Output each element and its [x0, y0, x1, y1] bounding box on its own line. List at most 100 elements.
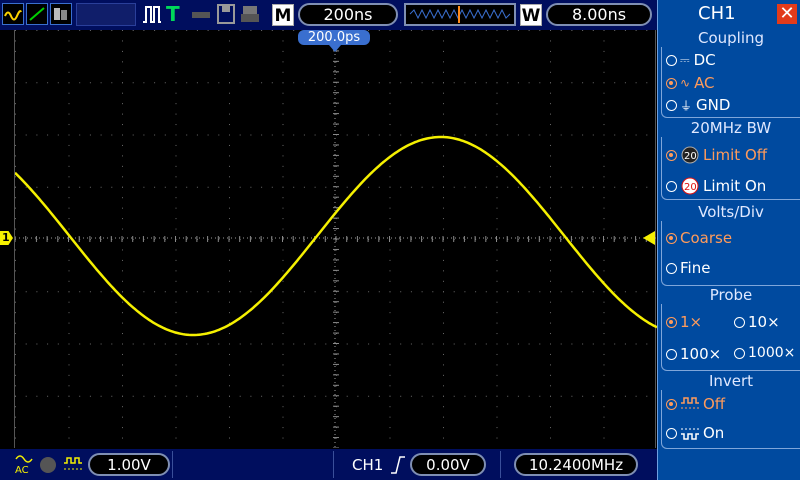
graticule-dot — [389, 113, 391, 115]
graticule-dot — [218, 82, 220, 84]
graticule-dot — [303, 395, 305, 397]
graticule-dot — [592, 186, 594, 188]
graticule-dot — [550, 364, 551, 366]
graticule-dot — [175, 134, 177, 136]
volts-fine-option[interactable]: Fine — [666, 259, 710, 277]
graticule-dot — [293, 343, 295, 345]
graticule-dot — [410, 82, 412, 84]
graticule-dot — [389, 291, 391, 293]
graticule-dot — [175, 207, 177, 209]
timebase-display[interactable]: 200ns — [298, 3, 398, 26]
waveform-screen[interactable]: 200.0ps — [14, 30, 657, 448]
graticule-dot — [47, 291, 49, 293]
graticule-dot — [592, 82, 594, 84]
graticule-dot — [282, 176, 284, 178]
graticule-dot — [89, 30, 91, 31]
save-icon[interactable] — [216, 3, 238, 26]
coupling-option-ac[interactable]: ∿ AC — [666, 74, 715, 92]
graticule-dot — [443, 322, 444, 324]
graticule-dot — [314, 82, 316, 84]
graticule-dot — [186, 343, 188, 345]
graticule-dot — [560, 30, 562, 31]
probe-10x-option[interactable]: 10× — [734, 313, 780, 331]
graticule-dot — [196, 291, 198, 293]
graticule-dot — [239, 291, 241, 293]
graticule-dot — [68, 165, 70, 167]
graticule-dot — [175, 103, 177, 105]
graticule-dot — [79, 291, 81, 293]
window-box-letter[interactable]: W — [520, 4, 542, 26]
graticule-dot — [175, 124, 177, 126]
probe-1x-option[interactable]: 1× — [666, 313, 702, 331]
bw-limit-off-option[interactable]: 20 Limit Off — [666, 145, 767, 165]
bw-limit-on-option[interactable]: 20 Limit On — [666, 176, 766, 196]
graticule-dot — [122, 144, 123, 146]
graticule-dot — [68, 249, 70, 251]
trigger-level-marker-icon[interactable] — [643, 231, 655, 245]
graticule-dot — [229, 395, 230, 397]
graticule-dot — [389, 197, 391, 199]
graticule-dot — [453, 30, 455, 31]
graticule-dot — [624, 186, 626, 188]
graticule-dot — [592, 30, 594, 31]
graticule-dot — [261, 30, 263, 31]
coupling-option-dc[interactable]: ⎓ DC — [666, 51, 716, 69]
graticule-dot — [539, 30, 541, 31]
invert-off-option[interactable]: Off — [666, 395, 725, 413]
menu-box-letter[interactable]: M — [272, 4, 294, 26]
graticule-dot — [68, 322, 70, 324]
print-icon[interactable] — [240, 3, 262, 26]
graticule-dot — [421, 186, 423, 188]
graticule-dot — [603, 103, 605, 105]
graticule-dot — [550, 228, 551, 230]
graticule-dot — [229, 270, 230, 272]
graticule-dot — [175, 270, 177, 272]
memory-depth-bar[interactable] — [404, 3, 516, 26]
graticule-dot — [496, 40, 498, 42]
graticule-dot — [122, 165, 123, 167]
graticule-dot — [603, 228, 605, 230]
graticule-dot — [357, 343, 359, 345]
top-status-bar: T M 200ns W 8.00ns — [0, 0, 657, 30]
graticule-dot — [475, 82, 477, 84]
graticule-dot — [603, 437, 605, 439]
graticule-dot — [282, 71, 284, 73]
volts-coarse-option[interactable]: Coarse — [666, 229, 732, 247]
graticule-dot — [175, 343, 177, 345]
probe-1000x-option[interactable]: 1000× — [734, 345, 795, 361]
graticule-dot — [603, 374, 605, 376]
ch1-volts-div-display[interactable]: 1.00V — [88, 453, 170, 476]
graticule-dot — [432, 82, 434, 84]
vector-display-icon[interactable] — [26, 3, 48, 25]
graticule-dot — [229, 113, 230, 115]
graticule-dot — [122, 197, 123, 199]
graticule-dot — [346, 82, 348, 84]
graticule-dot — [229, 124, 230, 126]
divider — [172, 451, 173, 478]
graticule-dot — [496, 124, 498, 126]
close-icon[interactable]: ✕ — [777, 4, 797, 24]
probe-100x-option[interactable]: 100× — [666, 345, 721, 363]
graticule-dot — [154, 134, 156, 136]
graticule-dot — [389, 353, 391, 355]
graticule-dot — [89, 82, 91, 84]
trigger-level-display[interactable]: 0.00V — [410, 453, 486, 476]
ac-coupling-icon: AC — [14, 453, 34, 477]
graticule-dot — [282, 280, 284, 282]
option-label: 1000× — [748, 345, 796, 361]
trigger-position-marker[interactable]: 200.0ps — [298, 30, 370, 45]
graticule-dot — [250, 343, 252, 345]
graticule-dot — [47, 186, 49, 188]
invert-on-option[interactable]: On — [666, 424, 724, 442]
graticule-dot — [15, 134, 16, 136]
graticule-dot — [68, 134, 70, 136]
graticule-dot — [603, 406, 605, 408]
graticule-dot — [47, 134, 49, 136]
graticule-dot — [15, 61, 16, 63]
ch1-ground-marker[interactable]: 1 — [0, 231, 13, 245]
waveform-display-icon[interactable] — [2, 3, 24, 25]
window-value-display[interactable]: 8.00ns — [546, 3, 652, 26]
coupling-option-gnd[interactable]: ⏚ GND — [666, 96, 730, 114]
persistence-icon[interactable] — [50, 3, 72, 25]
graticule-dot — [603, 333, 605, 335]
